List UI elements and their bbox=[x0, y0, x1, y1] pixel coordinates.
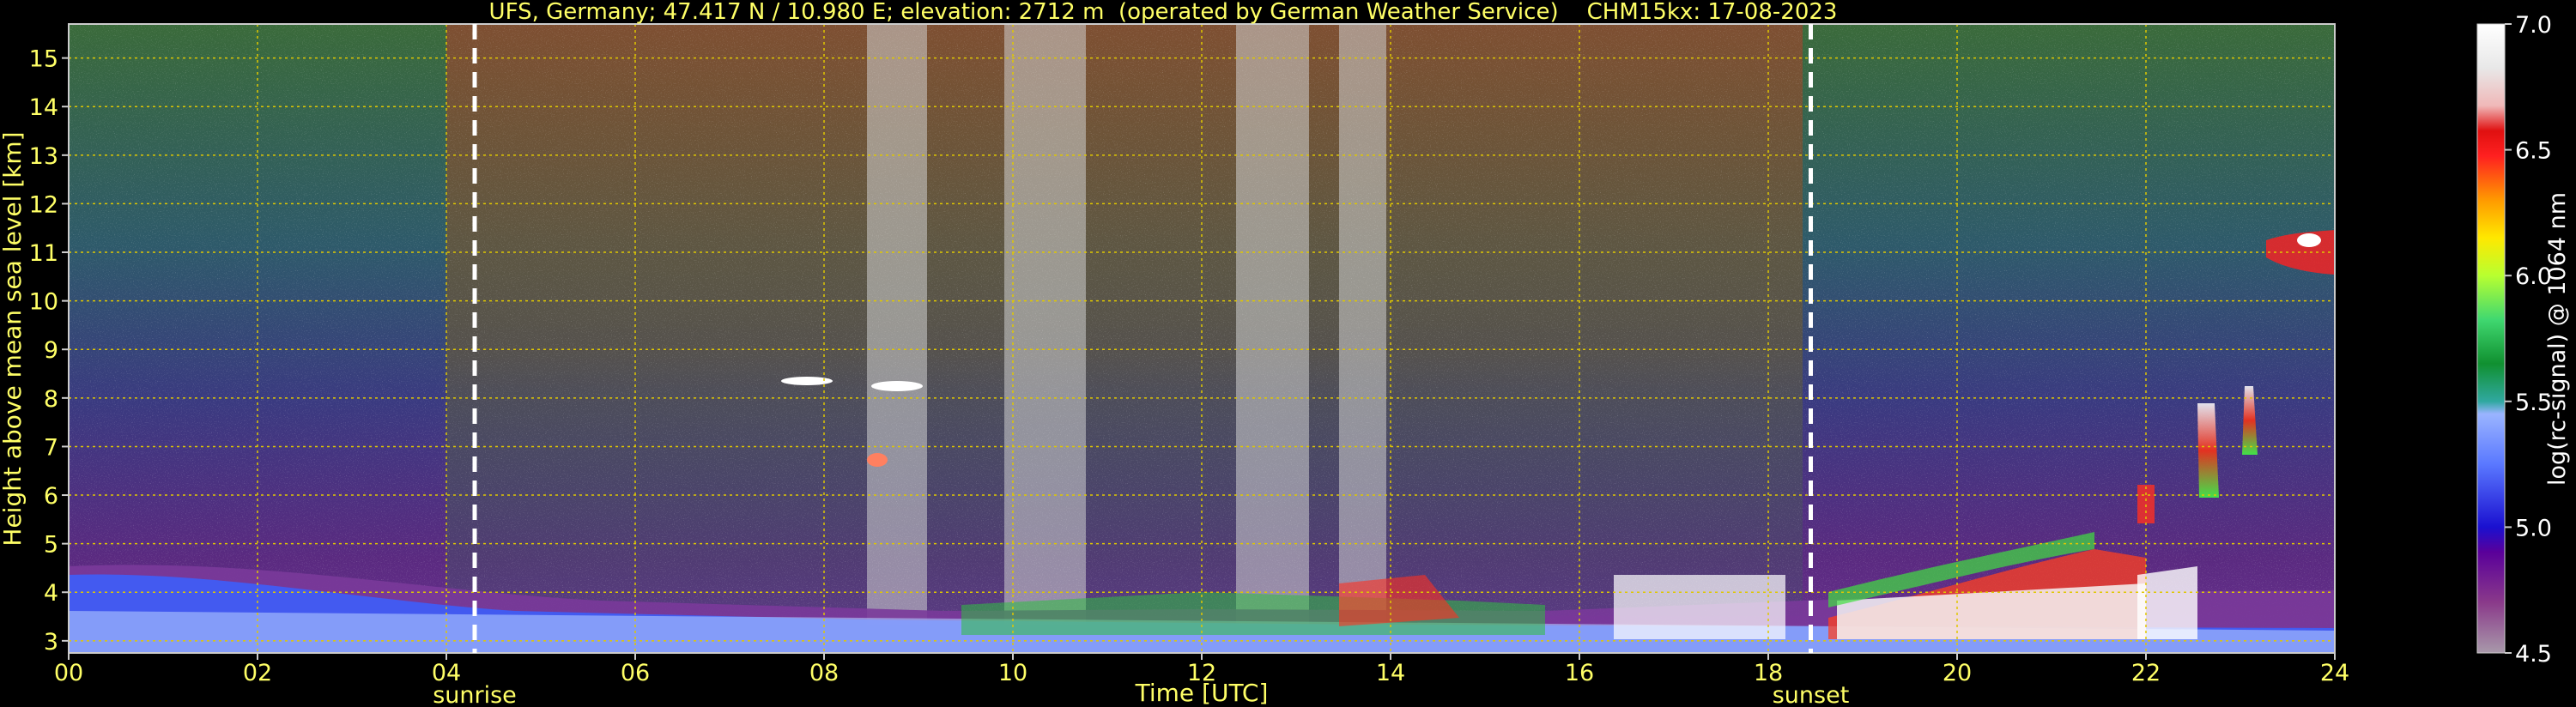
x-tick-label: 14 bbox=[1376, 660, 1405, 686]
x-tick-label: 18 bbox=[1754, 660, 1783, 686]
y-tick-label: 10 bbox=[29, 289, 58, 316]
x-tick-label: 08 bbox=[809, 660, 839, 686]
x-tick-label: 02 bbox=[243, 660, 272, 686]
colorbar-tick-label: 7.0 bbox=[2515, 12, 2552, 39]
y-tick-label: 11 bbox=[29, 240, 58, 267]
colorbar-label: log(rc-signal) @ 1064 nm bbox=[2544, 192, 2571, 486]
x-tick-label: 00 bbox=[54, 660, 83, 686]
y-tick-label: 13 bbox=[29, 143, 58, 170]
x-tick-label: 22 bbox=[2131, 660, 2161, 686]
colorbar-gradient bbox=[2476, 23, 2506, 654]
colorbar: 4.55.05.56.06.57.0 log(rc-signal) @ 1064… bbox=[2476, 12, 2571, 668]
marker-label-sunset: sunset bbox=[1773, 682, 1850, 707]
y-tick-label: 15 bbox=[29, 46, 58, 73]
colorbar-tick-label: 5.0 bbox=[2515, 515, 2552, 541]
y-tick-label: 14 bbox=[29, 94, 58, 121]
x-tick-label: 06 bbox=[621, 660, 650, 686]
x-axis-label: Time [UTC] bbox=[1135, 679, 1269, 707]
y-tick-label: 5 bbox=[44, 532, 58, 559]
y-axis-label: Height above mean sea level [km] bbox=[0, 131, 27, 546]
chart-title: UFS, Germany; 47.417 N / 10.980 E; eleva… bbox=[489, 0, 1838, 25]
x-tick-label: 24 bbox=[2320, 660, 2349, 686]
x-tick-label: 10 bbox=[998, 660, 1027, 686]
y-tick-label: 7 bbox=[44, 434, 58, 461]
x-tick-label: 16 bbox=[1565, 660, 1594, 686]
y-tick-label: 9 bbox=[44, 337, 58, 364]
y-tick-label: 3 bbox=[44, 629, 58, 656]
y-tick-label: 4 bbox=[44, 580, 58, 607]
y-tick-label: 6 bbox=[44, 483, 58, 510]
y-axis-ticks: 3 4 5 6 7 8 9 10 11 12 13 14 15 bbox=[29, 46, 69, 656]
y-tick-label: 12 bbox=[29, 191, 58, 218]
colorbar-tick-label: 4.5 bbox=[2515, 641, 2552, 668]
x-tick-label: 04 bbox=[432, 660, 461, 686]
y-tick-label: 8 bbox=[44, 386, 58, 413]
x-tick-label: 20 bbox=[1943, 660, 1972, 686]
ceilometer-chart: sunrise sunset 00 02 04 06 08 10 12 14 16 18 20 22 24… bbox=[0, 0, 2571, 707]
colorbar-tick-label: 6.5 bbox=[2515, 138, 2552, 165]
